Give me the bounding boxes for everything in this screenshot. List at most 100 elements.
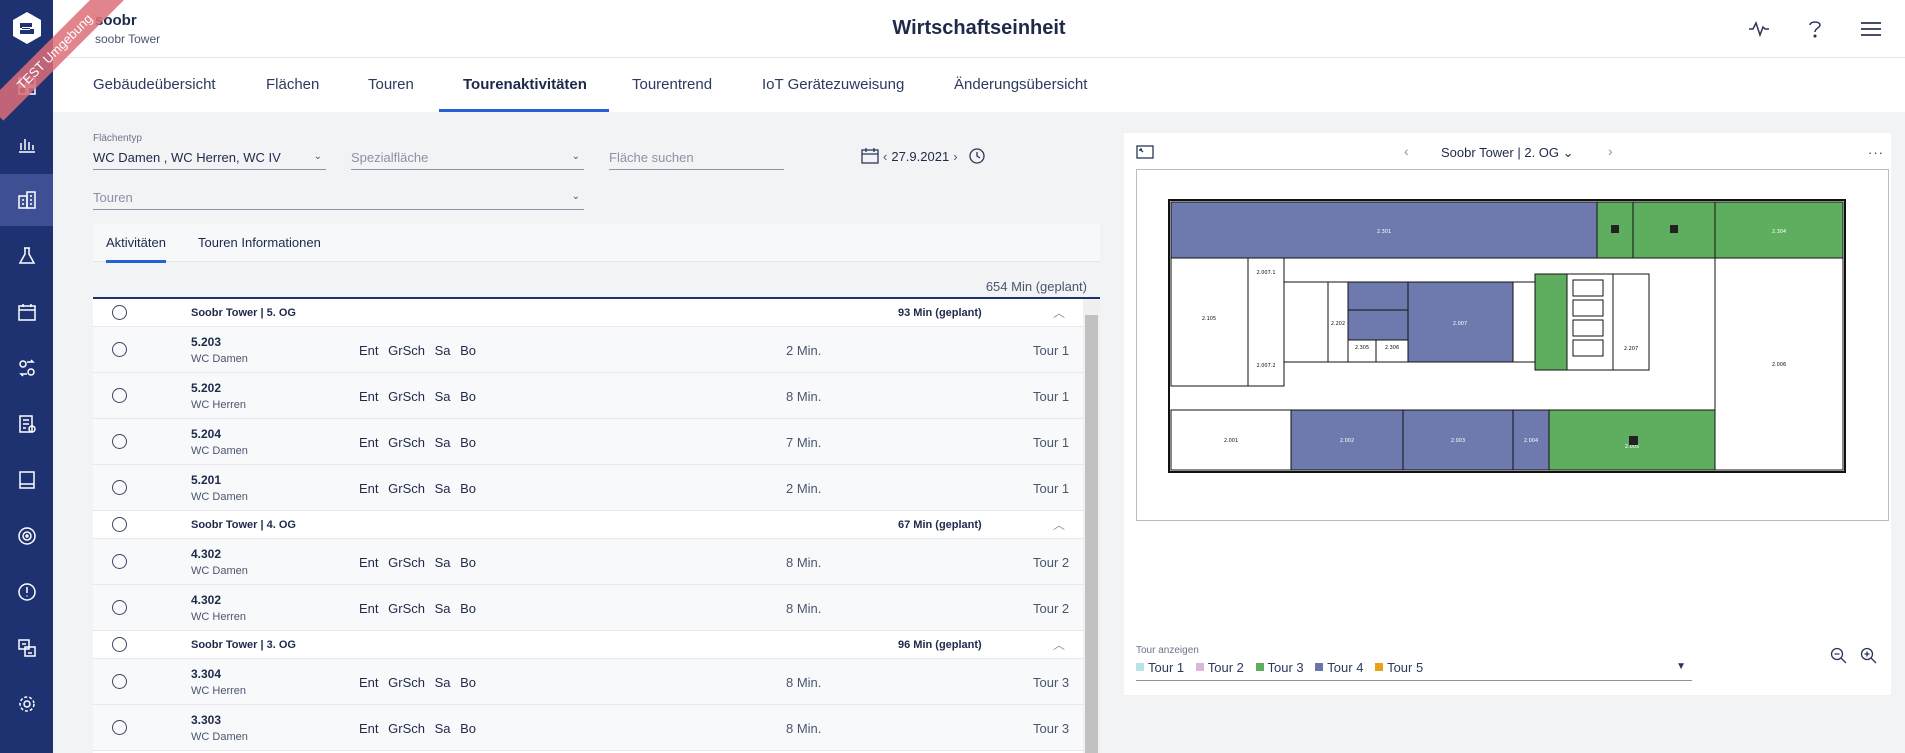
next-floor-icon[interactable]: › <box>1608 143 1613 159</box>
table-row[interactable]: 4.302 WC Damen Ent GrSch Sa Bo 8 Min. To… <box>93 539 1083 585</box>
chevron-down-icon: ⌄ <box>571 151 580 162</box>
chevron-up-icon[interactable]: ︿ <box>1053 516 1065 533</box>
table-row[interactable]: 3.303 WC Damen Ent GrSch Sa Bo 8 Min. To… <box>93 705 1083 751</box>
table-row[interactable]: 4.302 WC Herren Ent GrSch Sa Bo 8 Min. T… <box>93 585 1083 631</box>
svg-text:2.007.1: 2.007.1 <box>1256 270 1275 276</box>
soobr-logo[interactable] <box>0 0 53 56</box>
next-date-icon[interactable]: › <box>953 149 957 164</box>
calendar-icon[interactable] <box>861 148 879 164</box>
row-radio[interactable] <box>112 342 127 357</box>
activities: Ent GrSch Sa Bo <box>359 555 476 570</box>
scrollbar-thumb[interactable] <box>1085 315 1098 753</box>
room-type: WC Damen <box>191 353 248 365</box>
tab-tourentrend[interactable]: Tourentrend <box>632 76 712 112</box>
row-radio[interactable] <box>112 480 127 495</box>
floorplan-header: ‹ Soobr Tower | 2. OG ⌄ › ··· <box>1124 133 1891 165</box>
group-row[interactable]: Soobr Tower | 4. OG 67 Min (geplant) ︿ <box>93 511 1083 539</box>
row-radio[interactable] <box>112 388 127 403</box>
activity-icon[interactable] <box>1747 17 1771 41</box>
tab-aktivitaeten[interactable]: Aktivitäten <box>106 235 166 263</box>
chevron-up-icon[interactable]: ︿ <box>1053 304 1065 321</box>
group-radio[interactable] <box>112 517 127 532</box>
buildings-icon[interactable] <box>0 174 53 226</box>
report-icon[interactable] <box>0 398 53 450</box>
legend-tour-5[interactable]: Tour 5 <box>1375 660 1423 675</box>
group-radio[interactable] <box>112 637 127 652</box>
duration: 8 Min. <box>786 555 822 570</box>
room-id: 4.302 <box>191 593 222 607</box>
activity-table: Soobr Tower | 5. OG 93 Min (geplant) ︿ 5… <box>93 297 1100 753</box>
calendar-icon[interactable] <box>0 286 53 338</box>
tab-touren[interactable]: Touren <box>368 76 414 112</box>
tab-flaechen[interactable]: Flächen <box>266 76 319 112</box>
spezialflaeche-select[interactable]: Spezialfläche ⌄ <box>351 148 584 170</box>
tour-swap-icon[interactable] <box>0 342 53 394</box>
legend-tour-4[interactable]: Tour 4 <box>1315 660 1363 675</box>
tab-aenderungsuebersicht[interactable]: Änderungsübersicht <box>954 76 1087 112</box>
row-radio[interactable] <box>112 674 127 689</box>
table-row[interactable]: 5.201 WC Damen Ent GrSch Sa Bo 2 Min. To… <box>93 465 1083 511</box>
alert-icon[interactable] <box>0 566 53 618</box>
floorplan-panel: ‹ Soobr Tower | 2. OG ⌄ › ··· 2.301 2.30… <box>1124 133 1891 695</box>
legend-tour-2[interactable]: Tour 2 <box>1195 660 1244 675</box>
activities: Ent GrSch Sa Bo <box>359 435 476 450</box>
table-scrollbar[interactable] <box>1083 299 1100 753</box>
svg-text:2.006: 2.006 <box>1772 362 1786 368</box>
expand-icon[interactable] <box>1136 145 1154 159</box>
tab-touren-informationen[interactable]: Touren Informationen <box>198 235 321 250</box>
tour-name: Tour 1 <box>1033 389 1070 404</box>
row-radio[interactable] <box>112 434 127 449</box>
chevron-up-icon[interactable]: ︿ <box>1053 636 1065 653</box>
duration: 2 Min. <box>786 343 822 358</box>
book-icon[interactable] <box>0 454 53 506</box>
row-radio[interactable] <box>112 600 127 615</box>
tab-gebaeudeuebersicht[interactable]: Gebäudeübersicht <box>93 76 216 112</box>
settings-icon[interactable] <box>0 678 53 730</box>
tab-iot-geraetezuweisung[interactable]: IoT Gerätezuweisung <box>762 76 904 112</box>
table-row[interactable]: 5.202 WC Herren Ent GrSch Sa Bo 8 Min. T… <box>93 373 1083 419</box>
legend-tour-3[interactable]: Tour 3 <box>1255 660 1304 675</box>
tour-name: Tour 1 <box>1033 343 1070 358</box>
sensor-icon[interactable] <box>0 510 53 562</box>
group-radio[interactable] <box>112 305 127 320</box>
date-value: 27.9.2021 <box>891 148 950 164</box>
more-options-icon[interactable]: ··· <box>1868 145 1884 160</box>
group-row[interactable]: Soobr Tower | 5. OG 93 Min (geplant) ︿ <box>93 299 1083 327</box>
table-row[interactable]: 5.203 WC Damen Ent GrSch Sa Bo 2 Min. To… <box>93 327 1083 373</box>
translate-icon[interactable] <box>0 622 53 674</box>
flaeche-search-input[interactable]: Fläche suchen <box>609 148 784 170</box>
room-type: WC Herren <box>191 611 247 623</box>
help-icon[interactable] <box>1803 17 1827 41</box>
flask-icon[interactable] <box>0 230 53 282</box>
menu-icon[interactable] <box>1859 17 1883 41</box>
tour-name: Tour 1 <box>1033 435 1070 450</box>
prev-date-icon[interactable]: ‹ <box>883 149 887 164</box>
row-radio[interactable] <box>112 554 127 569</box>
floorplan[interactable]: 2.301 2.304 2.105 2.007.1 2.007.2 2.202 … <box>1136 169 1889 521</box>
row-radio[interactable] <box>112 720 127 735</box>
flaechentyp-select[interactable]: WC Damen , WC Herren, WC IV ⌄ <box>93 148 326 170</box>
dashboard-icon[interactable] <box>0 60 53 112</box>
group-minutes: 93 Min (geplant) <box>898 307 982 319</box>
activities: Ent GrSch Sa Bo <box>359 481 476 496</box>
zoom-out-icon[interactable] <box>1830 647 1848 665</box>
touren-select[interactable]: Touren ⌄ <box>93 188 584 210</box>
group-row[interactable]: Soobr Tower | 3. OG 96 Min (geplant) ︿ <box>93 631 1083 659</box>
zoom-in-icon[interactable] <box>1860 647 1878 665</box>
table-row[interactable]: 3.304 WC Herren Ent GrSch Sa Bo 8 Min. T… <box>93 659 1083 705</box>
tour-legend-select[interactable]: Tour 1 Tour 2 Tour 3 Tour 4 Tour 5 ▼ <box>1136 659 1692 681</box>
logo-icon <box>12 12 41 44</box>
floor-select[interactable]: Soobr Tower | 2. OG ⌄ <box>1441 145 1574 161</box>
room-type: WC Damen <box>191 491 248 503</box>
room-type: WC Damen <box>191 565 248 577</box>
svg-text:2.202: 2.202 <box>1331 321 1345 327</box>
tab-tourenaktivitaeten[interactable]: Tourenaktivitäten <box>439 76 609 112</box>
svg-text:2.007: 2.007 <box>1453 321 1467 327</box>
caret-down-icon[interactable]: ▼ <box>1676 661 1686 672</box>
activity-panel-tabs: Aktivitäten Touren Informationen <box>93 224 1100 263</box>
legend-tour-1[interactable]: Tour 1 <box>1136 660 1184 675</box>
chart-icon[interactable] <box>0 118 53 170</box>
table-row[interactable]: 5.204 WC Damen Ent GrSch Sa Bo 7 Min. To… <box>93 419 1083 465</box>
history-icon[interactable] <box>968 147 986 165</box>
prev-floor-icon[interactable]: ‹ <box>1404 143 1409 159</box>
